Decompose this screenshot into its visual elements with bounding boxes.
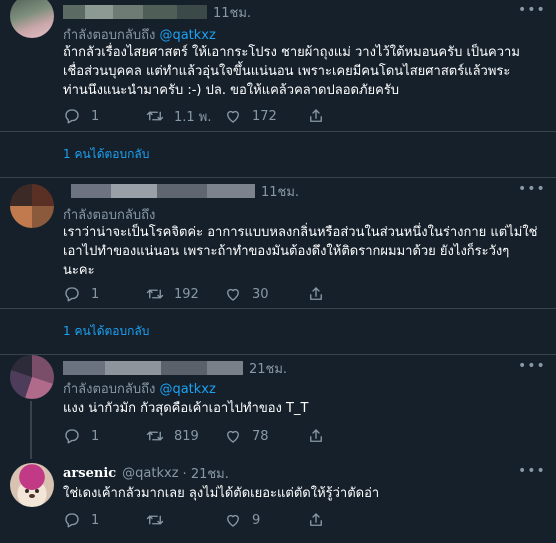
avatar[interactable]	[10, 0, 54, 38]
more-horizontal-icon[interactable]: •••	[518, 2, 545, 18]
display-name[interactable]: arsenic	[63, 466, 116, 481]
tweet-3[interactable]: 21ชม. ••• กำลังตอบกลับถึง @qatkxz แงง น่…	[0, 355, 556, 459]
tweet-time[interactable]: 21ชม.	[249, 358, 287, 379]
share-button[interactable]	[307, 285, 325, 303]
tweet-text: แงง น่ากัวมัก กัวสุดคือเค้าเอาไปทำของ T_…	[63, 401, 309, 416]
tweet-4[interactable]: arsenic @qatkxz · 21ชม. ••• ใช่เดงเค้ากล…	[0, 459, 556, 543]
tweet-time[interactable]: 11ชม.	[213, 2, 251, 23]
share-icon	[310, 429, 322, 442]
tweet-actions: 1 1.1 พ. 172	[63, 106, 325, 126]
reply-icon	[65, 109, 79, 124]
show-replies-link-2[interactable]: 1 คนได้ตอบกลับ	[0, 308, 556, 355]
retweet-button[interactable]: 1.1 พ.	[146, 106, 224, 127]
tweet-time[interactable]: · 21ชม.	[183, 463, 229, 484]
like-count: 78	[252, 428, 269, 444]
blurred-user-name	[63, 361, 243, 375]
show-replies-label[interactable]: 1 คนได้ตอบกลับ	[63, 145, 149, 164]
like-button[interactable]: 30	[224, 285, 307, 303]
heart-icon	[227, 430, 239, 443]
retweet-button[interactable]: 192	[146, 285, 224, 303]
thread-line	[30, 401, 32, 459]
replying-to: กำลังตอบกลับถึง	[63, 204, 155, 225]
tweet-actions: 1 819 78	[63, 426, 325, 446]
reply-icon	[65, 287, 79, 302]
blurred-user-name	[63, 184, 255, 198]
tweet-text: ถ้ากลัวเรื่องไสยศาสตร์ ให้เอากระโปรง ชาย…	[63, 45, 520, 98]
retweet-icon	[146, 515, 164, 525]
retweet-count: 192	[174, 286, 199, 302]
reply-count: 1	[91, 428, 100, 444]
retweet-button[interactable]	[146, 511, 224, 529]
share-button[interactable]	[307, 427, 325, 445]
pet-photo-icon	[25, 489, 39, 498]
reply-count: 1	[91, 512, 100, 528]
retweet-count: 819	[174, 428, 199, 444]
tweet-2[interactable]: 11ชม. ••• กำลังตอบกลับถึง เราว่าน่าจะเป็…	[0, 178, 556, 318]
reply-icon	[65, 429, 79, 444]
avatar[interactable]	[10, 355, 54, 399]
share-icon	[310, 513, 322, 526]
retweet-icon	[146, 111, 164, 121]
like-count: 30	[252, 286, 269, 302]
reply-button[interactable]: 1	[63, 427, 146, 445]
blurred-user-name	[63, 5, 207, 19]
share-button[interactable]	[307, 511, 325, 529]
mention-link[interactable]: @qatkxz	[159, 382, 215, 397]
reply-thread: 11ชม. ••• กำลังตอบกลับถึง @qatkxz ถ้ากลั…	[0, 0, 556, 543]
replying-to: กำลังตอบกลับถึง @qatkxz	[63, 24, 216, 45]
avatar[interactable]	[10, 184, 54, 228]
show-replies-link-1[interactable]: 1 คนได้ตอบกลับ	[0, 131, 556, 178]
replying-to-label: กำลังตอบกลับถึง	[63, 28, 156, 43]
reply-button[interactable]: 1	[63, 285, 146, 303]
retweet-icon	[146, 431, 164, 441]
reply-button[interactable]: 1	[63, 107, 146, 125]
reply-icon	[65, 513, 79, 528]
user-handle[interactable]: @qatkxz	[122, 466, 178, 481]
like-count: 9	[252, 512, 261, 528]
heart-icon	[227, 288, 239, 301]
retweet-button[interactable]: 819	[146, 427, 224, 445]
avatar[interactable]	[10, 463, 54, 507]
like-button[interactable]: 78	[224, 427, 307, 445]
reply-button[interactable]: 1	[63, 511, 146, 529]
replying-to-label: กำลังตอบกลับถึง	[63, 382, 156, 397]
like-button[interactable]: 9	[224, 511, 307, 529]
tweet-header: 11ชม.	[63, 182, 299, 200]
retweet-icon	[146, 289, 164, 299]
tweet-text: ใช่เดงเค้ากลัวมากเลย ลุงไม่ได้ตัดเยอะแต่…	[63, 486, 380, 501]
reply-count: 1	[91, 286, 100, 302]
tweet-header: arsenic @qatkxz · 21ชม.	[63, 464, 229, 482]
like-button[interactable]: 172	[224, 107, 307, 125]
more-horizontal-icon[interactable]: •••	[518, 463, 545, 479]
like-count: 172	[252, 108, 277, 124]
tweet-header: 11ชม.	[63, 3, 251, 21]
tweet-text: เราว่าน่าจะเป็นโรคจิตค่ะ อาการแบบหลงกลิ่…	[63, 225, 538, 278]
more-horizontal-icon[interactable]: •••	[518, 358, 545, 374]
heart-icon	[227, 514, 239, 527]
mention-link[interactable]: @qatkxz	[159, 28, 215, 43]
heart-icon	[227, 110, 239, 123]
replying-to: กำลังตอบกลับถึง @qatkxz	[63, 378, 216, 399]
tweet-1[interactable]: 11ชม. ••• กำลังตอบกลับถึง @qatkxz ถ้ากลั…	[0, 0, 556, 140]
share-icon	[310, 109, 322, 122]
share-icon	[310, 287, 322, 300]
tweet-time-value: 21ชม.	[190, 466, 229, 482]
retweet-count: 1.1 พ.	[174, 109, 212, 125]
show-replies-label[interactable]: 1 คนได้ตอบกลับ	[63, 322, 149, 341]
more-horizontal-icon[interactable]: •••	[518, 181, 545, 197]
tweet-header: 21ชม.	[63, 359, 287, 377]
tweet-actions: 1 9	[63, 510, 325, 530]
tweet-actions: 1 192 30	[63, 284, 325, 304]
tweet-time[interactable]: 11ชม.	[261, 181, 299, 202]
replying-to-label: กำลังตอบกลับถึง	[63, 208, 156, 223]
reply-count: 1	[91, 108, 100, 124]
share-button[interactable]	[307, 107, 325, 125]
